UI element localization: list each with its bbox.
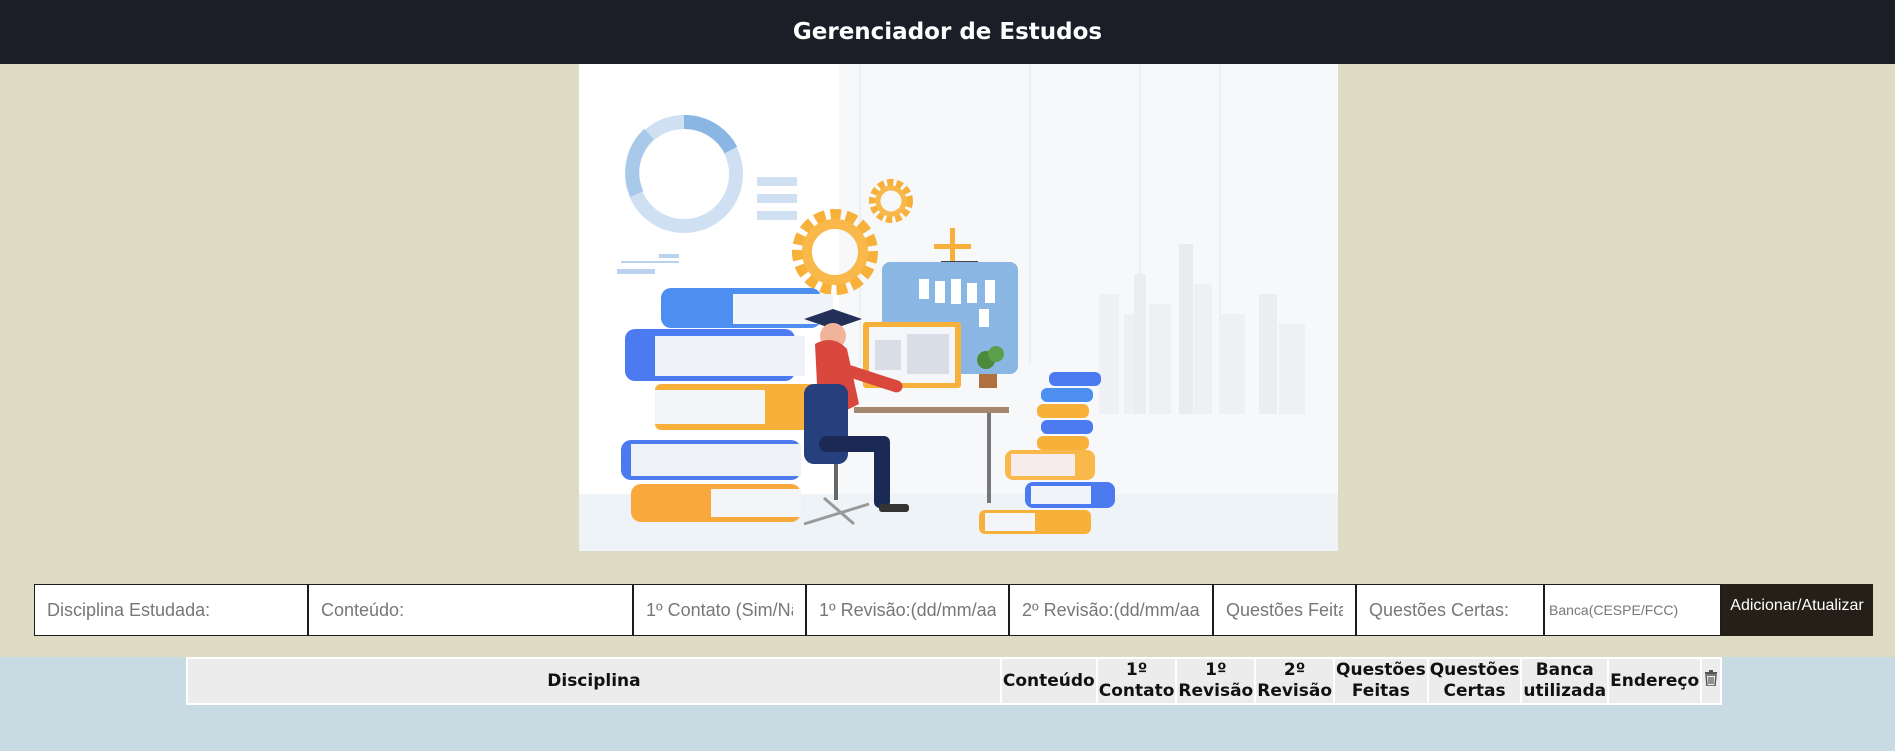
col-segunda-revisao-line1: 2º: [1283, 660, 1306, 680]
study-entry-form: Adicionar/Atualizar: [34, 584, 1873, 636]
col-conteudo: Conteúdo: [1001, 659, 1096, 703]
col-disciplina: Disciplina: [188, 659, 1000, 703]
disciplina-input[interactable]: [34, 584, 308, 636]
add-update-button[interactable]: Adicionar/Atualizar: [1721, 584, 1873, 636]
study-table: Disciplina Conteúdo 1º Contato 1º Revisã…: [186, 657, 1722, 705]
col-questoes-certas-line1: Questões: [1429, 660, 1520, 680]
col-primeiro-contato-line1: 1º: [1125, 660, 1148, 680]
table-header-row: Disciplina Conteúdo 1º Contato 1º Revisã…: [188, 659, 1720, 703]
col-questoes-certas-line2: Certas: [1443, 681, 1506, 701]
col-primeira-revisao-line2: Revisão: [1178, 681, 1254, 701]
questoes-feitas-input[interactable]: [1213, 584, 1356, 636]
col-endereco: Endereço: [1609, 659, 1701, 703]
col-banca: Banca utilizada: [1522, 659, 1608, 703]
banca-input[interactable]: [1544, 584, 1721, 636]
primeira-revisao-input[interactable]: [806, 584, 1009, 636]
segunda-revisao-input[interactable]: [1009, 584, 1213, 636]
col-questoes-feitas: Questões Feitas: [1335, 659, 1427, 703]
app-header: Gerenciador de Estudos: [0, 0, 1895, 64]
col-segunda-revisao: 2º Revisão: [1256, 659, 1334, 703]
col-questoes-feitas-line1: Questões: [1336, 660, 1426, 680]
trash-icon: [1705, 670, 1718, 687]
col-primeira-revisao-line1: 1º: [1205, 660, 1227, 680]
study-illustration: [579, 64, 1338, 551]
col-segunda-revisao-line2: Revisão: [1257, 681, 1333, 701]
col-primeiro-contato: 1º Contato: [1097, 659, 1176, 703]
study-table-container: Disciplina Conteúdo 1º Contato 1º Revisã…: [186, 657, 1722, 705]
page-title: Gerenciador de Estudos: [792, 19, 1103, 45]
col-banca-line2: utilizada: [1523, 681, 1607, 701]
col-primeiro-contato-line2: Contato: [1098, 681, 1175, 701]
questoes-certas-input[interactable]: [1356, 584, 1544, 636]
col-delete: [1702, 659, 1720, 703]
col-banca-line1: Banca: [1535, 660, 1594, 680]
col-questoes-feitas-line2: Feitas: [1351, 681, 1410, 701]
col-questoes-certas: Questões Certas: [1428, 659, 1521, 703]
primeiro-contato-input[interactable]: [633, 584, 806, 636]
conteudo-input[interactable]: [308, 584, 633, 636]
col-primeira-revisao: 1º Revisão: [1177, 659, 1255, 703]
